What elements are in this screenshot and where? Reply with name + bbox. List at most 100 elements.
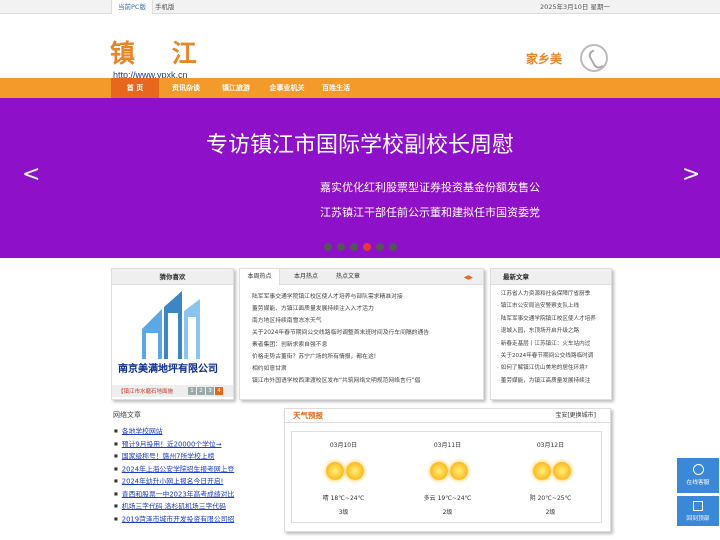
list-item[interactable]: 价格走势古董街？苏宁广场的所有情报，都在这! <box>252 351 429 363</box>
online-service-label: 在线客服 <box>686 480 710 486</box>
carousel-dot[interactable] <box>324 243 332 251</box>
tab-weekly-hot[interactable]: 本周热点 <box>240 269 280 285</box>
list-item[interactable]: 新春走基层丨江苏镇江：火车站内过 <box>497 338 596 350</box>
carousel-line-2[interactable]: 江苏镇江干部任前公示董和建拟任市国资委党 <box>320 204 540 220</box>
hero-carousel[interactable]: 专访镇江市国际学校副校长周慰 嘉实优化红利股票型证券投资基金份额发售公 江苏镇江… <box>0 98 720 258</box>
tab-monthly-hot[interactable]: 本月热点 <box>294 269 318 285</box>
carousel-dot[interactable] <box>376 243 384 251</box>
pc-version-link[interactable]: 当前PC版 <box>111 0 153 14</box>
list-item[interactable]: 镇江市公安局治安警察支队上线 <box>497 300 596 312</box>
carousel-dot-active[interactable] <box>363 243 371 251</box>
list-item[interactable]: 素者集团：创新求索自强不息 <box>252 339 429 351</box>
forecast-desc: 阴 20℃~25℃ <box>529 495 572 502</box>
list-item[interactable]: 镇江市外国语学校西津渡校区发布“共筑网络文明规范网络言行”倡 <box>252 375 429 387</box>
back-to-top-label: 回到顶部 <box>686 516 710 522</box>
weather-header: 天气预报 宝安[更换城市] <box>285 409 610 423</box>
tab-switch-arrows-icon[interactable]: ◀▶ <box>464 274 473 281</box>
list-item[interactable]: 陆军军事交通学院镇江校区使人才培养与部队需求精准对接 <box>252 291 429 303</box>
site-header: 镇 江 http://www.ypxk.cn 家乡美 <box>0 14 720 80</box>
change-city-link[interactable]: 宝安[更换城市] <box>555 409 596 423</box>
carousel-dot[interactable] <box>350 243 358 251</box>
list-item[interactable]: 如何了解镇江优山美地的居住环境? <box>497 362 596 374</box>
list-item[interactable]: 预计9月投用！近20000个学位→ <box>114 438 234 451</box>
cloudy-icon <box>533 462 551 480</box>
weather-forecast: 03月10日 晴 18℃~24℃ 3级 03月11日 多云 19℃~24℃ 2级… <box>291 431 602 523</box>
current-date: 2025年3月10日 星期一 <box>539 3 610 11</box>
list-item[interactable]: 董劳媒能、方镇江面质量发展持续注入入才活力 <box>252 303 429 315</box>
forecast-day: 03月10日 晴 18℃~24℃ 3级 <box>292 432 395 522</box>
carousel-dot[interactable] <box>337 243 345 251</box>
slide-page-1[interactable]: 1 <box>188 387 196 395</box>
links-title: 网络文章 <box>113 411 141 419</box>
forecast-day: 03月11日 多云 19℃~24℃ 2级 <box>396 432 499 522</box>
tab-hot-articles[interactable]: 热点文章 <box>336 269 360 285</box>
top-bar: 当前PC版 手机版 2025年3月10日 星期一 <box>0 0 720 14</box>
slide-page-3[interactable]: 3 <box>206 387 214 395</box>
forecast-wind: 2级 <box>442 509 453 516</box>
list-item[interactable]: 青西和股票一中2023年高考成绩对比 <box>114 488 234 501</box>
list-item[interactable]: 机场三字代码 洛杉矶机场三字代码 <box>114 500 234 513</box>
phone-icon <box>580 44 608 72</box>
arrow-up-icon <box>693 501 703 511</box>
carousel-dot[interactable] <box>389 243 397 251</box>
forecast-wind: 2级 <box>545 509 556 516</box>
slogan: 家乡美 <box>526 52 563 66</box>
carousel-line-1[interactable]: 嘉实优化红利股票型证券投资基金份额发售公 <box>320 179 540 195</box>
hot-news-tabs: 本周热点 本月热点 热点文章 ◀▶ <box>240 269 483 285</box>
forecast-desc: 晴 18℃~24℃ <box>322 495 365 502</box>
list-item[interactable]: 国家级称号！赣州7所学校上榜 <box>114 450 234 463</box>
recommend-title: 猜你喜欢 <box>112 269 233 285</box>
nav-home[interactable]: 首 页 <box>111 78 159 98</box>
slide-caption[interactable]: 【镇江市水磨石地面施 <box>118 387 173 395</box>
forecast-wind: 3级 <box>338 509 349 516</box>
forecast-desc: 多云 19℃~24℃ <box>423 495 472 502</box>
slide-page-4[interactable]: 4 <box>215 387 223 395</box>
slide-page-2[interactable]: 2 <box>197 387 205 395</box>
nav-travel[interactable]: 镇江旅游 <box>213 78 259 98</box>
hot-news-panel: 本周热点 本月热点 热点文章 ◀▶ 陆军军事交通学院镇江校区使人才培养与部队需求… <box>239 268 484 400</box>
weather-title: 天气预报 <box>293 411 323 420</box>
sunny-icon <box>450 462 468 480</box>
list-item[interactable]: 相约如意甘肃 <box>252 363 429 375</box>
hot-news-list: 陆军军事交通学院镇江校区使人才培养与部队需求精准对接 董劳媒能、方镇江面质量发展… <box>252 291 429 387</box>
list-item[interactable]: 关于2024年春节期间公交线路临时调 <box>497 350 596 362</box>
online-service-button[interactable]: 在线客服 <box>677 458 719 493</box>
main-nav: 首 页 资讯杂谈 镇江旅游 企事业机关 百姓生活 <box>0 78 720 98</box>
mobile-version-link[interactable]: 手机版 <box>155 0 175 14</box>
list-item[interactable]: 2024年幼升小网上报名今日开启! <box>114 475 234 488</box>
list-item[interactable]: 各地学校网站 <box>114 425 234 438</box>
building-logo-image[interactable] <box>132 289 212 359</box>
weather-panel: 天气预报 宝安[更换城市] 03月10日 晴 18℃~24℃ 3级 03月11日… <box>284 408 611 532</box>
forecast-date: 03月10日 <box>329 442 358 449</box>
latest-articles-list: 江苏省人力资源和社会保障厅省厨季 镇江市公安局治安警察支队上线 陆军军事交通学院… <box>497 288 596 387</box>
company-name[interactable]: 南京美满地坪有限公司 <box>118 360 218 375</box>
links-list: 各地学校网站 预计9月投用！近20000个学位→ 国家级称号！赣州7所学校上榜 … <box>114 425 234 525</box>
nav-news[interactable]: 资讯杂谈 <box>163 78 209 98</box>
forecast-day: 03月12日 阴 20℃~25℃ 2级 <box>499 432 602 522</box>
list-item[interactable]: 2024年上海公安学院招生报考网上登 <box>114 463 234 476</box>
list-item[interactable]: 退城入园，东顶场开启升级之路 <box>497 325 596 337</box>
partly-cloudy-icon <box>430 462 448 480</box>
list-item[interactable]: 南方地区持续南雪冻冻天气 <box>252 315 429 327</box>
carousel-prev-icon[interactable]: < <box>22 164 40 186</box>
nav-life[interactable]: 百姓生活 <box>314 78 358 98</box>
list-item[interactable]: 陆军军事交通学院镇江校区使人才培养 <box>497 313 596 325</box>
list-item[interactable]: 江苏省人力资源和社会保障厅省厨季 <box>497 288 596 300</box>
forecast-date: 03月11日 <box>433 442 462 449</box>
back-to-top-button[interactable]: 回到顶部 <box>677 496 719 526</box>
cloudy-icon <box>553 462 571 480</box>
list-item[interactable]: 董劳媒能，为镇江高质量发展持续注 <box>497 375 596 387</box>
carousel-title[interactable]: 专访镇江市国际学校副校长周慰 <box>0 127 720 159</box>
latest-articles-panel: 最新文章 江苏省人力资源和社会保障厅省厨季 镇江市公安局治安警察支队上线 陆军军… <box>490 268 612 400</box>
forecast-date: 03月12日 <box>536 442 565 449</box>
slide-caption-bar: 【镇江市水磨石地面施 1 2 3 4 <box>112 385 233 397</box>
sunny-icon <box>346 462 364 480</box>
latest-articles-title: 最新文章 <box>491 269 611 285</box>
site-logo[interactable]: 镇 江 <box>110 39 211 69</box>
user-icon <box>692 464 704 475</box>
list-item[interactable]: 关于2024年春节期间公交线路临时调整首末班时间及行车间隔的通告 <box>252 327 429 339</box>
carousel-next-icon[interactable]: > <box>682 164 700 186</box>
list-item[interactable]: 2019菏泽市城市开发投资有限公司招 <box>114 513 234 526</box>
sunny-icon <box>326 462 344 480</box>
nav-enterprises[interactable]: 企事业机关 <box>262 78 312 98</box>
